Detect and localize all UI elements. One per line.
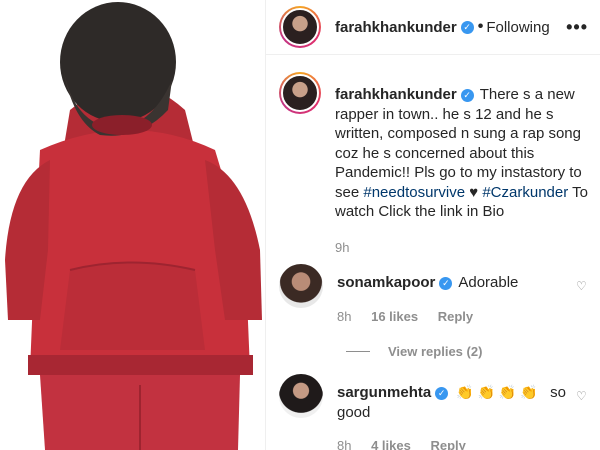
commenter-avatar-image [279, 264, 323, 308]
comment: sargunmehta ✓ 👏 👏 👏 👏 so good 8h 4 likes R… [279, 374, 588, 450]
reply-button[interactable]: Reply [430, 438, 465, 450]
caption: farahkhankunder ✓ There s a new rapper in … [279, 72, 588, 257]
comment-meta: 8h 16 likes Reply [337, 307, 576, 327]
verified-badge-icon: ✓ [460, 89, 474, 103]
comment-text: Adorable [458, 274, 519, 291]
comments-list: farahkhankunder ✓ There s a new rapper in … [266, 55, 600, 450]
commenter-avatar[interactable] [279, 374, 323, 418]
comment-meta: 8h 4 likes Reply [337, 436, 576, 450]
author-avatar[interactable] [279, 6, 321, 48]
more-options-icon[interactable]: ••• [566, 17, 588, 38]
verified-badge-icon: ✓ [460, 20, 474, 34]
hashtag-link[interactable]: #needtosurvive [363, 184, 465, 201]
hashtag-link[interactable]: #Czarkunder [482, 184, 568, 201]
author-username[interactable]: farahkhankunder [335, 19, 457, 36]
caption-time[interactable]: 9h [335, 240, 349, 255]
separator-dot: • [477, 18, 484, 35]
caption-avatar[interactable] [279, 72, 321, 114]
caption-body: farahkhankunder ✓ There s a new rapper in … [335, 85, 588, 257]
reply-button[interactable]: Reply [438, 309, 473, 324]
following-button[interactable]: Following [486, 19, 549, 36]
post-sidebar: farahkhankunder ✓ • Following ••• farahk… [265, 0, 600, 450]
view-replies-button[interactable]: View replies (2) [346, 344, 588, 359]
comment-time[interactable]: 8h [337, 309, 351, 324]
caption-avatar-image [281, 74, 319, 112]
post-header: farahkhankunder ✓ • Following ••• [266, 0, 600, 55]
boy-in-red-hoodie-image [5, 2, 262, 450]
verified-badge-icon: ✓ [435, 387, 449, 401]
comment-time[interactable]: 8h [337, 438, 351, 450]
replies-divider [346, 351, 370, 352]
comment-body: sonamkapoor ✓ Adorable 8h 16 likes Reply [337, 273, 576, 326]
caption-meta: 9h [335, 238, 588, 258]
heart-icon[interactable]: ♡ [576, 389, 588, 403]
commenter-avatar-image [279, 374, 323, 418]
heart-icon[interactable]: ♡ [576, 279, 588, 293]
comment-likes[interactable]: 16 likes [371, 309, 418, 324]
caption-text-middle: ♥ [465, 183, 483, 201]
comment-username[interactable]: sonamkapoor [337, 274, 435, 291]
comment-likes[interactable]: 4 likes [371, 438, 411, 450]
comment-username[interactable]: sargunmehta [337, 384, 431, 401]
post-photo [0, 0, 265, 450]
comment-body: sargunmehta ✓ 👏 👏 👏 👏 so good 8h 4 likes R… [337, 383, 576, 450]
clapping-hands-emoji: 👏 👏 👏 👏 [456, 384, 538, 400]
comment: sonamkapoor ✓ Adorable 8h 16 likes Reply ♡ [279, 264, 588, 326]
verified-badge-icon: ✓ [439, 277, 453, 291]
caption-username[interactable]: farahkhankunder [335, 86, 457, 103]
author-avatar-image [281, 8, 319, 46]
commenter-avatar[interactable] [279, 264, 323, 308]
view-replies-label: View replies (2) [388, 344, 483, 359]
